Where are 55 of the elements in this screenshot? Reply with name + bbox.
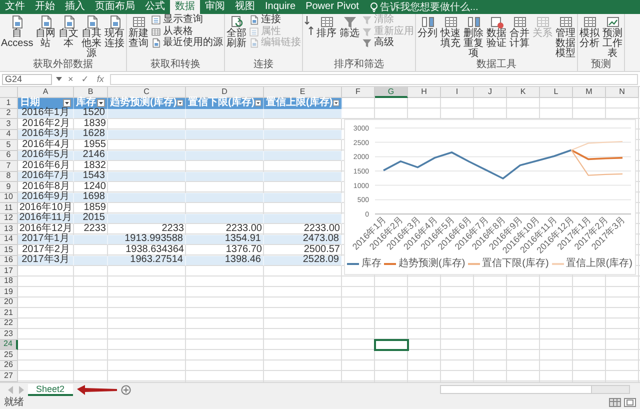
table-cell: 2016年9月 — [18, 192, 74, 203]
table-cell: 2017年1月 — [18, 234, 74, 245]
group-label: 预测 — [591, 60, 612, 71]
table-cell-text: 1938.634364 — [124, 245, 185, 256]
table-cell-text: 2233 — [162, 224, 185, 234]
table-cell: 2016年12月 — [18, 224, 74, 234]
table-cell-text: 2016年4月 — [21, 140, 71, 150]
table-cell-text: 2017年2月 — [21, 245, 71, 256]
table-cell: 1913.993588 — [108, 234, 186, 245]
table-cell: 2473.08 — [264, 234, 342, 245]
table-cell: 1628 — [74, 130, 108, 140]
table-cell-text: 2016年2月 — [21, 119, 71, 130]
header-label: 置信下限(库存) — [188, 98, 255, 108]
table-cell: 1543 — [74, 172, 108, 182]
legend-label: 置信下限(库存) — [482, 258, 549, 270]
table-cell-text: 2233 — [82, 224, 107, 234]
header-label: 库存 — [76, 98, 96, 108]
table-cell-text: 1240 — [82, 182, 107, 192]
status-text: 就绪 — [4, 396, 24, 408]
table-cell-text: 1832 — [82, 161, 107, 172]
table-cell-text: 2500.57 — [304, 245, 341, 256]
legend-label: 库存 — [361, 258, 382, 270]
table-cell: 2146 — [74, 150, 108, 161]
group-label: 获取和转换 — [150, 60, 201, 71]
table-cell-text: 1839 — [82, 119, 107, 130]
table-cell: 2016年7月 — [18, 172, 74, 182]
table-cell-text: 1859 — [84, 203, 107, 214]
group-label: 连接 — [254, 60, 274, 71]
table-cell-text: 1955 — [84, 140, 107, 150]
header-label: 趋势预测(库存) — [110, 98, 177, 108]
table-cell: 2015 — [74, 214, 108, 224]
table-cell: 2528.09 — [264, 256, 342, 266]
legend-label: 置信上限(库存) — [566, 258, 632, 270]
table-cell: 1354.91 — [186, 234, 264, 245]
table-cell: 1698 — [74, 192, 108, 203]
table-cell: 2017年3月 — [18, 256, 74, 266]
table-cell: 2016年10月 — [18, 203, 74, 214]
table-cell-text: 2233.00 — [304, 224, 341, 234]
table-cell-text: 2016年8月 — [21, 182, 71, 192]
table-cell-text: 1376.70 — [224, 245, 263, 256]
group-label: 获取外部数据 — [33, 60, 94, 71]
legend-label: 趋势预测(库存) — [398, 258, 466, 270]
group-label: 排序和筛选 — [334, 60, 384, 71]
table-cell: 1963.27514 — [108, 256, 186, 266]
table-cell: 2016年11月 — [18, 214, 74, 224]
header-label: 日期 — [20, 98, 40, 108]
table-cell: 2016年3月 — [18, 130, 74, 140]
group-label: 数据工具 — [476, 60, 517, 71]
table-cell-text: 2016年6月 — [21, 161, 71, 172]
table-cell: 2016年1月 — [18, 108, 74, 119]
table-cell: 2016年5月 — [18, 150, 74, 161]
table-cell: 1520 — [74, 108, 108, 119]
table-cell: 1398.46 — [186, 256, 264, 266]
table-cell-text: 2233.00 — [224, 224, 263, 234]
header-label: 置信上限(库存) — [266, 98, 333, 108]
